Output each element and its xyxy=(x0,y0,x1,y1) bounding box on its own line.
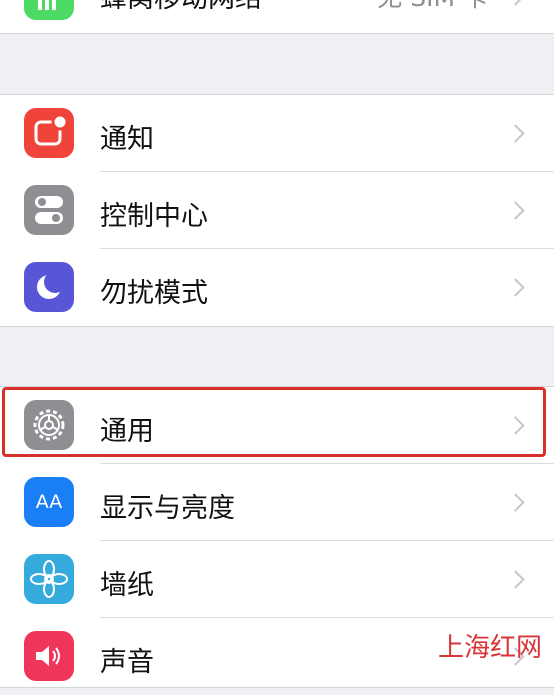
settings-group-1: 通知 控制中心 勿扰模式 xyxy=(0,94,554,327)
settings-row-wallpaper[interactable]: 墙纸 xyxy=(0,541,554,618)
chevron-right-icon xyxy=(506,493,525,512)
settings-row-notifications[interactable]: 通知 xyxy=(0,95,554,172)
icon-glyph: AA xyxy=(35,491,63,513)
highlight-box xyxy=(2,387,546,457)
settings-row-do-not-disturb[interactable]: 勿扰模式 xyxy=(0,249,554,326)
settings-row-label: 勿扰模式 xyxy=(100,278,208,309)
settings-row-label: 显示与亮度 xyxy=(100,493,235,524)
moon-icon xyxy=(24,262,74,312)
cellular-group: 蜂窝移动网络 无 SIM 卡 xyxy=(0,0,554,34)
sound-icon xyxy=(24,631,74,681)
notifications-icon xyxy=(24,108,74,158)
wallpaper-icon xyxy=(24,554,74,604)
chevron-right-icon xyxy=(506,570,525,589)
cellular-icon xyxy=(24,0,74,20)
control-center-icon xyxy=(24,185,74,235)
settings-row-label: 控制中心 xyxy=(100,201,208,232)
settings-row-display-brightness[interactable]: AA 显示与亮度 xyxy=(0,464,554,541)
display-brightness-icon: AA xyxy=(24,477,74,527)
chevron-right-icon xyxy=(506,201,525,220)
sim-status-value: 无 SIM 卡 xyxy=(377,0,488,14)
settings-row-label: 声音 xyxy=(100,647,154,678)
settings-row-label: 墙纸 xyxy=(100,570,154,601)
settings-row-cellular[interactable]: 蜂窝移动网络 无 SIM 卡 xyxy=(0,0,554,33)
watermark-text: 上海红网 xyxy=(437,633,542,663)
settings-row-label: 通知 xyxy=(100,124,154,155)
chevron-right-icon xyxy=(506,124,525,143)
settings-row-control-center[interactable]: 控制中心 xyxy=(0,172,554,249)
chevron-right-icon xyxy=(506,0,525,6)
settings-row-label: 蜂窝移动网络 xyxy=(100,0,262,15)
chevron-right-icon xyxy=(506,278,525,297)
